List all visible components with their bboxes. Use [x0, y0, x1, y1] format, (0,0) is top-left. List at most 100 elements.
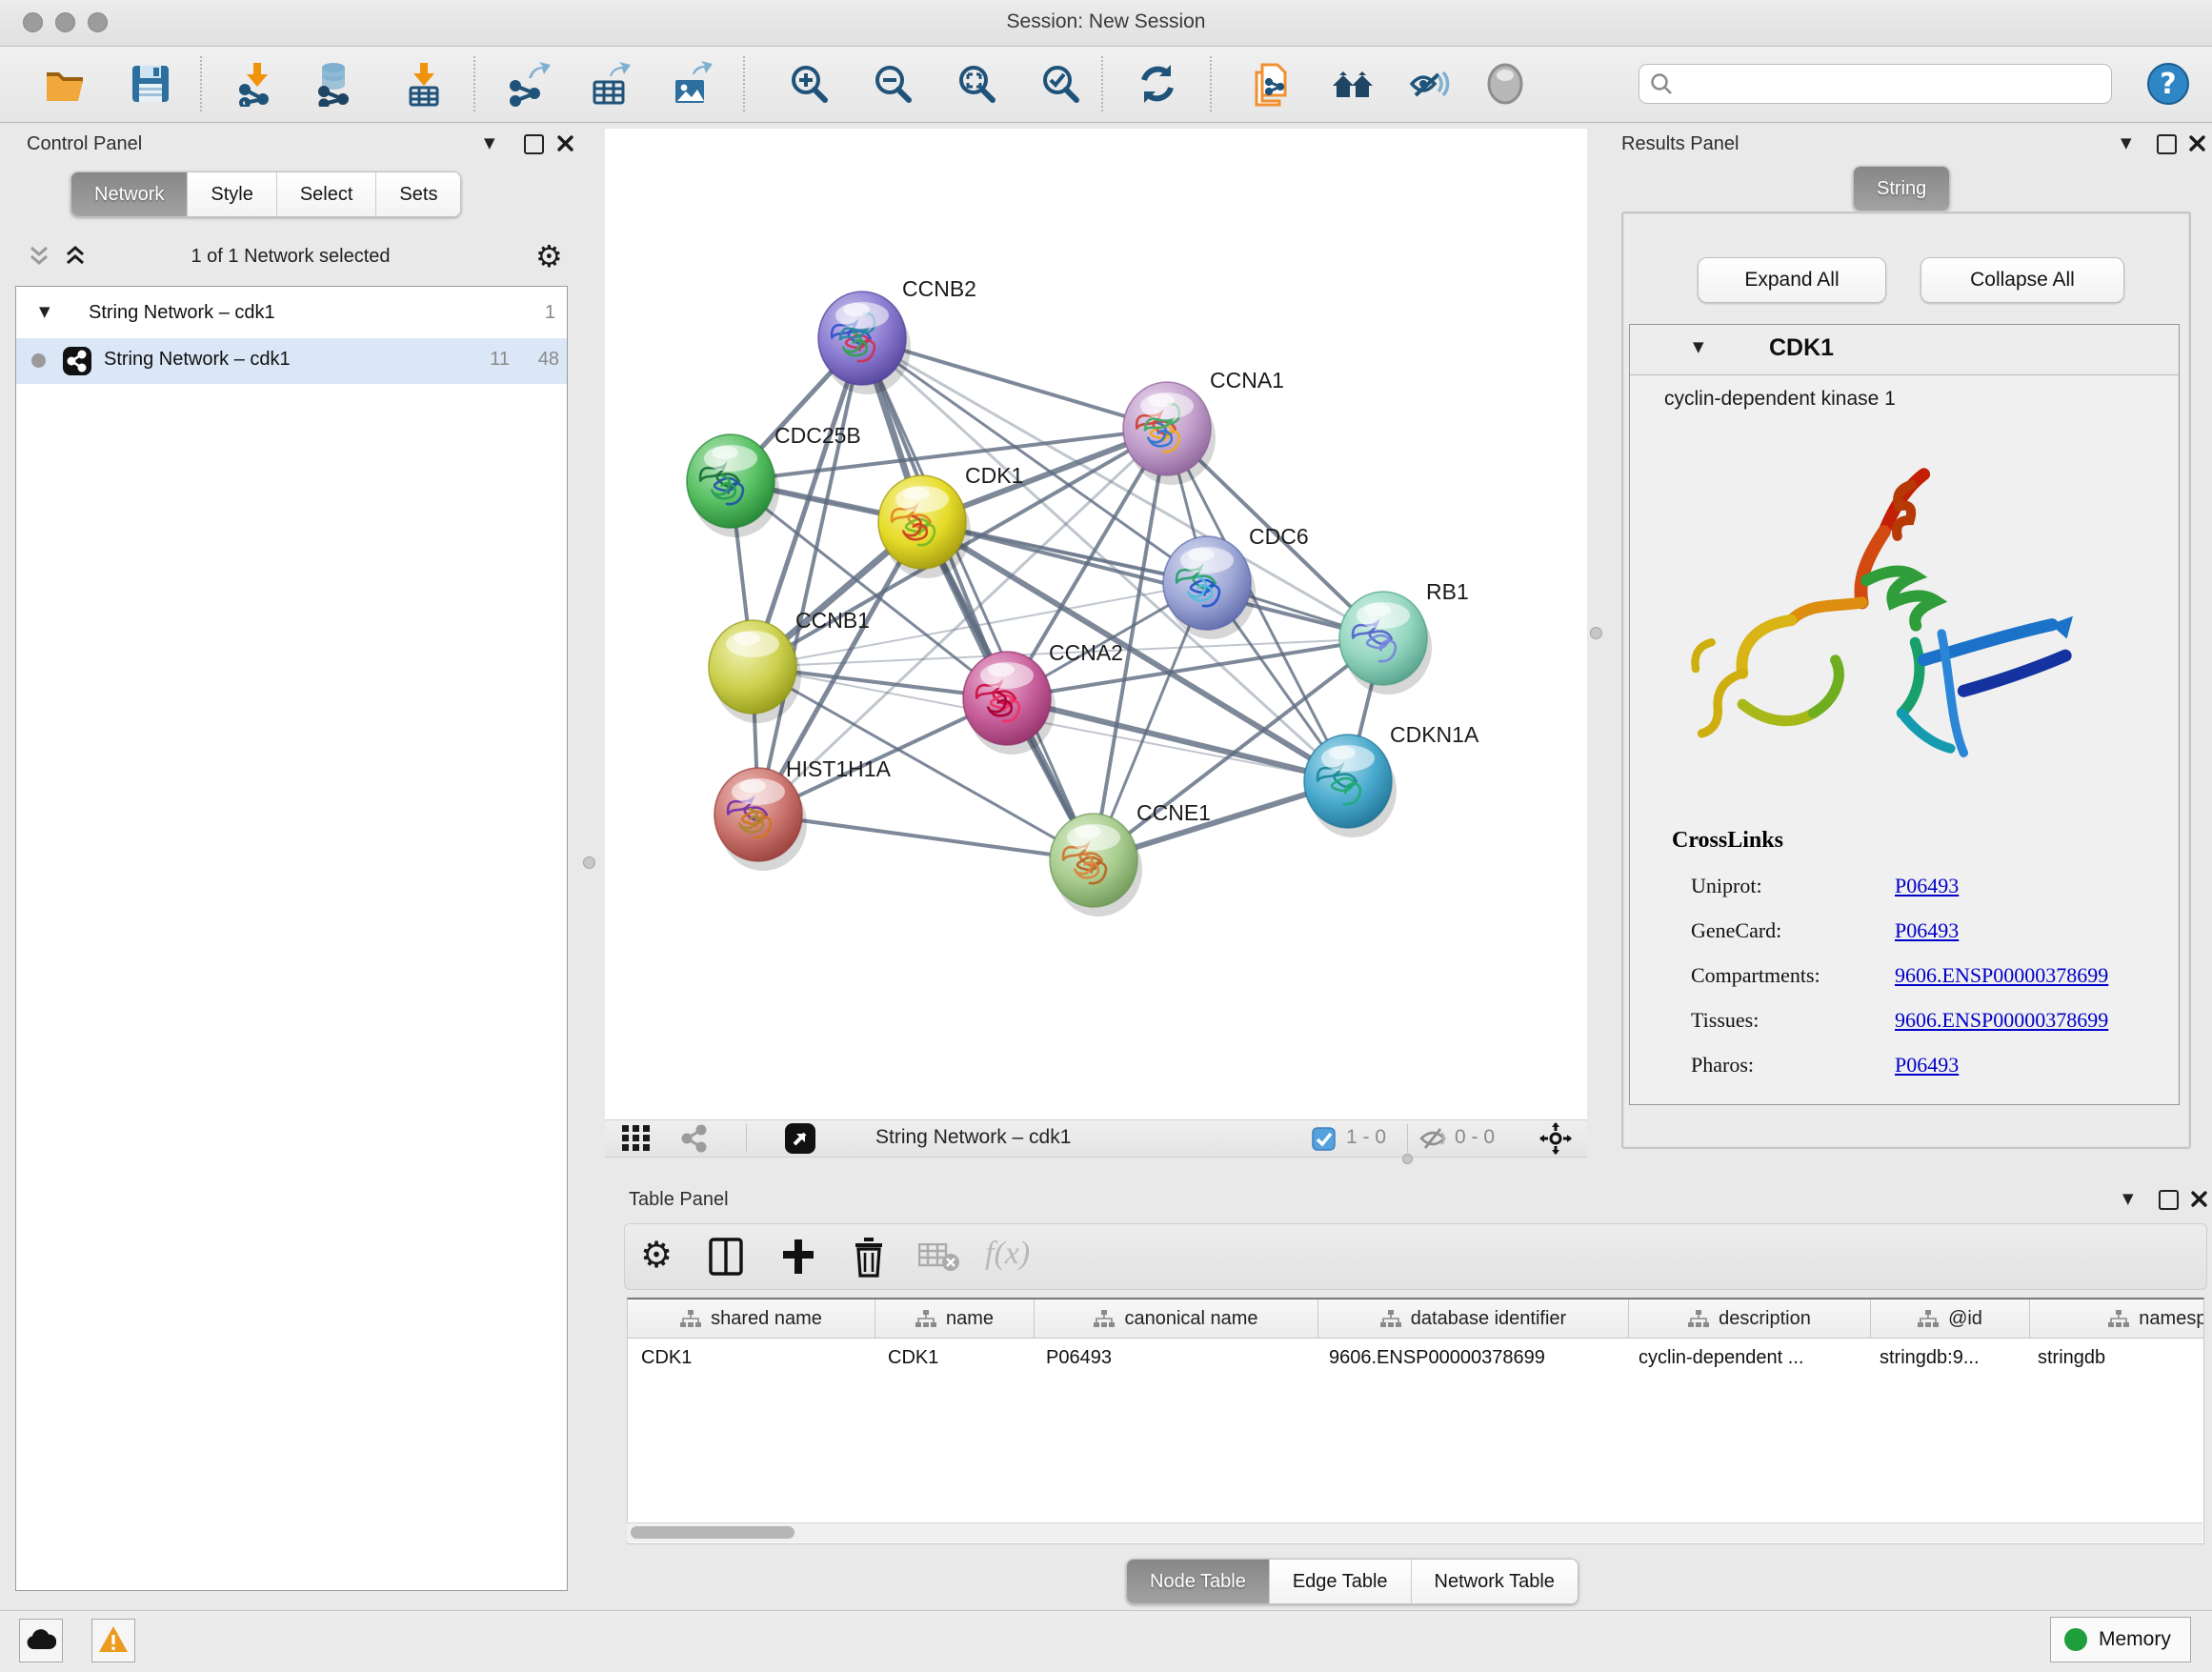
results-panel-float-icon[interactable]: [2157, 134, 2177, 154]
table-cell[interactable]: 9606.ENSP00000378699: [1316, 1339, 1625, 1377]
copy-network-icon[interactable]: [1249, 61, 1295, 107]
save-session-icon[interactable]: [128, 61, 173, 107]
create-column-icon[interactable]: [779, 1238, 817, 1276]
table-options-gear-icon[interactable]: ⚙: [640, 1234, 673, 1276]
crosslink-row: Pharos:P06493: [1630, 1047, 2179, 1092]
node-CCNB2[interactable]: [818, 292, 911, 394]
open-session-icon[interactable]: [42, 61, 88, 107]
hidden-eye-icon[interactable]: [1418, 1126, 1447, 1151]
tab-network[interactable]: Network: [71, 172, 188, 216]
table-cell[interactable]: CDK1: [875, 1339, 1033, 1377]
table-cell[interactable]: CDK1: [628, 1339, 875, 1377]
network-collection-row[interactable]: ▼ String Network – cdk1 1: [16, 292, 567, 336]
import-network-database-icon[interactable]: [312, 61, 358, 107]
network-node-count: 11: [462, 349, 510, 371]
edge-CDK1-RB1[interactable]: [922, 522, 1383, 638]
column-header-database-identifier[interactable]: database identifier: [1318, 1299, 1629, 1338]
export-table-icon[interactable]: [587, 61, 633, 107]
warning-status-button[interactable]: [91, 1619, 135, 1662]
import-table-icon[interactable]: [401, 61, 447, 107]
show-columns-icon[interactable]: [709, 1238, 743, 1276]
crosslink-link[interactable]: P06493: [1895, 1053, 1959, 1078]
memory-button[interactable]: Memory: [2050, 1617, 2191, 1662]
left-splitter-handle[interactable]: [583, 856, 595, 869]
gene-collapse-icon[interactable]: ▼: [1693, 338, 1704, 355]
tab-string[interactable]: String: [1854, 167, 1949, 211]
tab-style[interactable]: Style: [188, 172, 276, 216]
node-CCNA2[interactable]: [963, 652, 1056, 755]
crosslink-link[interactable]: 9606.ENSP00000378699: [1895, 963, 2108, 988]
tab-edge-table[interactable]: Edge Table: [1270, 1560, 1412, 1603]
node-CDC25B[interactable]: [687, 434, 779, 537]
collection-expand-icon[interactable]: ▼: [39, 303, 50, 320]
table-horizontal-scrollbar[interactable]: [627, 1522, 2202, 1542]
control-panel-close-icon[interactable]: [556, 134, 574, 152]
table-row[interactable]: CDK1CDK1P064939606.ENSP00000378699cyclin…: [628, 1339, 2203, 1377]
table-cell[interactable]: stringdb: [2024, 1339, 2204, 1377]
fit-content-crosshair-icon[interactable]: [1538, 1121, 1573, 1156]
table-panel-float-icon[interactable]: [2159, 1190, 2179, 1210]
node-RB1[interactable]: [1339, 592, 1432, 695]
node-CCNA1[interactable]: [1123, 382, 1216, 485]
network-view-toolbar: String Network – cdk1 1 - 0 0 - 0: [605, 1119, 1587, 1158]
table-panel-close-icon[interactable]: [2190, 1190, 2208, 1208]
zoom-out-icon[interactable]: [870, 61, 915, 107]
results-panel-collapse-icon[interactable]: ▼: [2121, 134, 2132, 151]
column-header-canonical-name[interactable]: canonical name: [1035, 1299, 1318, 1338]
tab-select[interactable]: Select: [277, 172, 377, 216]
node-CDK1[interactable]: [878, 475, 971, 578]
network-canvas[interactable]: CCNB2CCNA1CDC25BCDK1CDC6RB1CCNB1CCNA2HIS…: [605, 129, 1587, 1119]
crosslink-link[interactable]: 9606.ENSP00000378699: [1895, 1008, 2108, 1033]
column-header-description[interactable]: description: [1629, 1299, 1871, 1338]
network-options-gear-icon[interactable]: ⚙: [535, 238, 563, 274]
help-icon[interactable]: ?: [2145, 61, 2191, 107]
zoom-in-icon[interactable]: [786, 61, 832, 107]
right-splitter-handle[interactable]: [1590, 627, 1602, 639]
column-header-name[interactable]: name: [875, 1299, 1035, 1338]
bottom-splitter-handle[interactable]: [1402, 1154, 1413, 1164]
crosslink-link[interactable]: P06493: [1895, 918, 1959, 943]
collapse-all-button[interactable]: Collapse All: [1920, 257, 2124, 303]
table-cell[interactable]: P06493: [1033, 1339, 1316, 1377]
export-network-icon[interactable]: [506, 61, 552, 107]
tab-node-table[interactable]: Node Table: [1127, 1560, 1270, 1603]
control-panel-float-icon[interactable]: [524, 134, 544, 154]
column-header--id[interactable]: @id: [1871, 1299, 2030, 1338]
network-row[interactable]: String Network – cdk1 11 48: [16, 338, 567, 384]
houses-icon[interactable]: [1330, 61, 1376, 107]
share-view-icon[interactable]: [679, 1123, 710, 1154]
gene-header-row[interactable]: ▼ CDK1: [1630, 325, 2179, 375]
import-network-file-icon[interactable]: [234, 61, 280, 107]
edge-CCNB2-HIST1H1A[interactable]: [758, 338, 862, 815]
zoom-selected-icon[interactable]: [1037, 61, 1083, 107]
results-panel-close-icon[interactable]: [2188, 134, 2206, 152]
table-panel-collapse-icon[interactable]: ▼: [2122, 1190, 2134, 1207]
search-input[interactable]: [1681, 67, 2104, 101]
refresh-icon[interactable]: [1135, 61, 1180, 107]
table-cell[interactable]: stringdb:9...: [1866, 1339, 2024, 1377]
selected-checkbox-icon[interactable]: [1312, 1127, 1336, 1151]
tab-sets[interactable]: Sets: [376, 172, 460, 216]
edge-HIST1H1A-CCNE1[interactable]: [758, 815, 1094, 860]
crosslink-link[interactable]: P06493: [1895, 874, 1959, 898]
export-image-icon[interactable]: [668, 61, 714, 107]
table-cell[interactable]: cyclin-dependent ...: [1625, 1339, 1866, 1377]
delete-column-icon[interactable]: [852, 1236, 886, 1278]
cloud-status-button[interactable]: [19, 1619, 63, 1662]
scrollbar-thumb[interactable]: [631, 1526, 794, 1539]
edge-CCNB2-CCNE1[interactable]: [862, 338, 1094, 860]
node-CDKN1A[interactable]: [1304, 735, 1397, 837]
network-graph[interactable]: CCNB2CCNA1CDC25BCDK1CDC6RB1CCNB1CCNA2HIS…: [605, 129, 1587, 1119]
birds-eye-view-icon[interactable]: [784, 1122, 816, 1155]
network-selection-summary: 1 of 1 Network selected: [10, 246, 572, 268]
node-CCNE1[interactable]: [1050, 814, 1142, 917]
grid-view-icon[interactable]: [622, 1125, 651, 1152]
expand-all-button[interactable]: Expand All: [1698, 257, 1886, 303]
tab-network-table[interactable]: Network Table: [1412, 1560, 1578, 1603]
hide-panel-eye-icon[interactable]: [1406, 61, 1452, 107]
search-box[interactable]: [1639, 64, 2112, 104]
column-header-namespace[interactable]: namespace: [2030, 1299, 2204, 1338]
control-panel-collapse-icon[interactable]: ▼: [484, 134, 495, 151]
zoom-fit-icon[interactable]: [954, 61, 999, 107]
column-header-shared-name[interactable]: shared name: [628, 1299, 875, 1338]
